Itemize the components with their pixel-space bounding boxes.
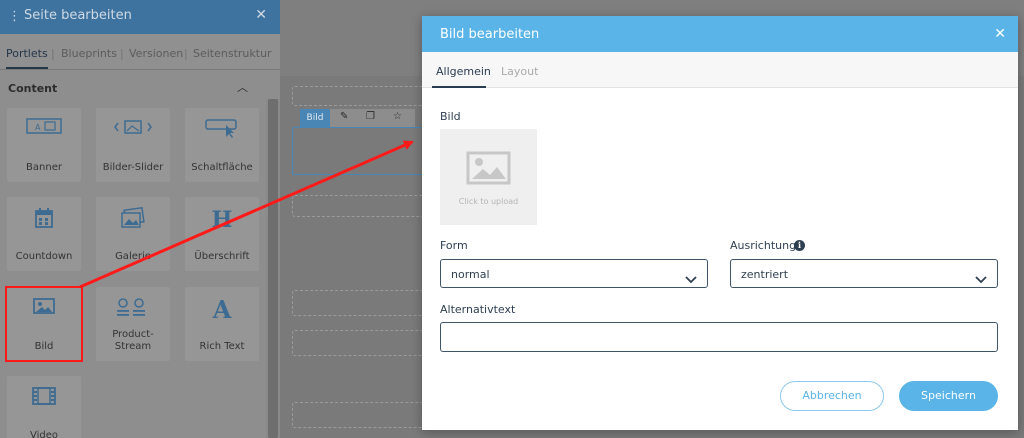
chevron-down-icon bbox=[685, 269, 697, 288]
sidebar-tabs: Portlets | Blueprints | Versionen | Seit… bbox=[0, 34, 280, 70]
sidebar-header: ⋮ Seite bearbeiten ✕ bbox=[0, 0, 280, 34]
chevron-up-icon[interactable]: ︿ bbox=[237, 79, 248, 95]
portlet-tile-video[interactable]: Video bbox=[7, 376, 81, 438]
active-tab-underline bbox=[6, 67, 48, 69]
star-icon[interactable]: ☆ bbox=[393, 111, 402, 122]
dialog-header: Bild bearbeiten ✕ bbox=[422, 16, 1018, 52]
product-stream-icon bbox=[96, 297, 170, 323]
edit-page-sidebar: ⋮ Seite bearbeiten ✕ Portlets | Blueprin… bbox=[0, 0, 280, 438]
banner-icon: A bbox=[7, 118, 81, 144]
portlet-tile-rich-text[interactable]: A Rich Text bbox=[185, 287, 259, 361]
alignment-select-value: zentriert bbox=[741, 268, 789, 281]
calendar-icon bbox=[7, 207, 81, 233]
rich-text-icon: A bbox=[212, 295, 232, 324]
highlight-outline bbox=[5, 286, 83, 362]
sidebar-title: Seite bearbeiten bbox=[24, 8, 132, 23]
scrollbar-thumb[interactable] bbox=[268, 99, 278, 438]
sidebar-scrollbar[interactable] bbox=[266, 99, 280, 438]
tile-label: Product-Stream bbox=[112, 329, 154, 352]
tile-label: Schaltfläche bbox=[191, 162, 253, 173]
drop-zone[interactable] bbox=[292, 290, 432, 316]
info-icon[interactable]: i bbox=[794, 240, 805, 251]
tab-blueprints[interactable]: Blueprints bbox=[61, 47, 117, 60]
dialog-tabs: Allgemein Layout bbox=[422, 52, 1018, 88]
section-content-header[interactable]: Content ︿ bbox=[0, 71, 266, 99]
heading-icon: H bbox=[211, 207, 233, 233]
portlet-tile-bilder-slider[interactable]: Bilder-Slider bbox=[96, 108, 170, 182]
tab-versionen[interactable]: Versionen bbox=[129, 47, 183, 60]
portlet-toolbar: Bild ✎ ❐ ☆ bbox=[300, 109, 415, 127]
dialog-title: Bild bearbeiten bbox=[440, 27, 540, 42]
image-slider-icon bbox=[96, 118, 170, 144]
tab-allgemein[interactable]: Allgemein bbox=[436, 65, 491, 78]
selected-portlet[interactable] bbox=[292, 127, 432, 175]
form-select[interactable]: normal bbox=[440, 259, 708, 288]
image-placeholder-icon bbox=[466, 151, 511, 189]
cancel-button[interactable]: Abbrechen bbox=[780, 381, 884, 411]
section-label: Content bbox=[8, 82, 58, 95]
portlet-tile-schaltflaeche[interactable]: Schaltfläche bbox=[185, 108, 259, 182]
button-cursor-icon bbox=[185, 118, 259, 144]
tile-label: Bilder-Slider bbox=[102, 162, 164, 173]
alt-text-field-label: Alternativtext bbox=[440, 303, 516, 316]
drop-zone[interactable] bbox=[292, 402, 432, 428]
svg-text:A: A bbox=[35, 123, 41, 132]
portlet-tile-galerie[interactable]: Galerie bbox=[96, 197, 170, 271]
drop-zone[interactable] bbox=[292, 330, 432, 356]
tab-separator: | bbox=[51, 47, 55, 60]
tile-label: Galerie bbox=[115, 251, 151, 262]
pencil-icon[interactable]: ✎ bbox=[340, 111, 348, 122]
chevron-down-icon bbox=[975, 269, 987, 288]
tile-label: Banner bbox=[26, 162, 62, 173]
image-field-label: Bild bbox=[440, 110, 461, 123]
video-icon bbox=[7, 386, 81, 412]
tab-portlets[interactable]: Portlets bbox=[6, 47, 48, 60]
portlet-tile-countdown[interactable]: Countdown bbox=[7, 197, 81, 271]
portlet-type-chip: Bild bbox=[300, 109, 330, 127]
tab-layout[interactable]: Layout bbox=[501, 65, 538, 78]
image-upload-area[interactable]: Click to upload bbox=[440, 129, 537, 225]
form-select-value: normal bbox=[451, 268, 490, 281]
portlet-tile-banner[interactable]: A Banner bbox=[7, 108, 81, 182]
alignment-select[interactable]: zentriert bbox=[730, 259, 998, 288]
close-icon[interactable]: ✕ bbox=[994, 26, 1006, 42]
tab-seitenstruktur[interactable]: Seitenstruktur bbox=[193, 47, 272, 60]
gallery-icon bbox=[96, 206, 170, 233]
alignment-field-label: Ausrichtung bbox=[730, 239, 797, 252]
drop-zone[interactable] bbox=[292, 86, 432, 106]
copy-icon[interactable]: ❐ bbox=[366, 111, 375, 122]
drag-handle-icon[interactable]: ⋮ bbox=[8, 9, 21, 24]
form-field-label: Form bbox=[440, 239, 468, 252]
active-tab-underline bbox=[432, 86, 486, 88]
upload-hint: Click to upload bbox=[458, 197, 519, 206]
tab-separator: | bbox=[184, 47, 188, 60]
tile-label: Rich Text bbox=[199, 341, 245, 352]
close-icon[interactable]: ✕ bbox=[255, 7, 267, 23]
edit-image-dialog: Bild bearbeiten ✕ Allgemein Layout Bild … bbox=[422, 16, 1018, 430]
portlet-tile-ueberschrift[interactable]: H Überschrift bbox=[185, 197, 259, 271]
drop-zone[interactable] bbox=[292, 195, 432, 217]
tile-label: Countdown bbox=[15, 251, 73, 262]
tab-separator: | bbox=[120, 47, 124, 60]
save-button[interactable]: Speichern bbox=[899, 381, 998, 411]
tile-label: Überschrift bbox=[194, 251, 250, 262]
portlet-tile-product-stream[interactable]: Product-Stream bbox=[96, 287, 170, 361]
alt-text-input[interactable] bbox=[440, 322, 998, 352]
tile-label: Video bbox=[29, 430, 59, 438]
